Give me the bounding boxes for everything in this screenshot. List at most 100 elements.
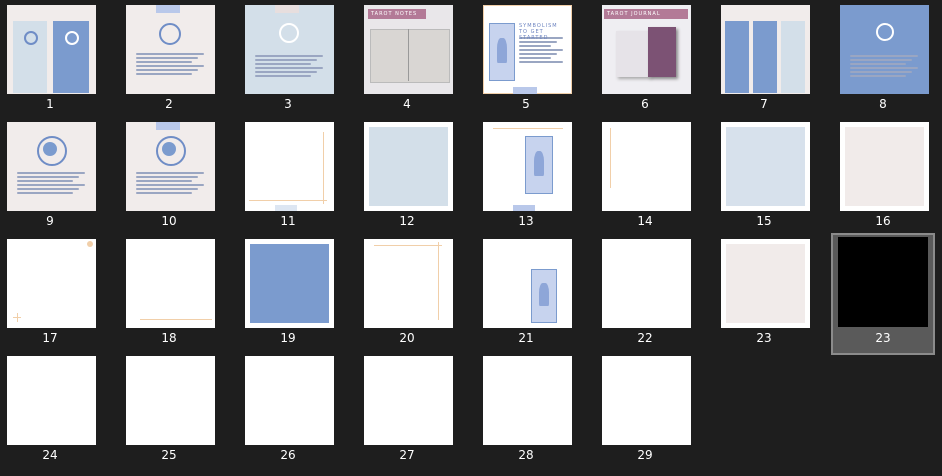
text-line <box>519 53 557 55</box>
page-preview[interactable] <box>840 5 929 94</box>
page-preview[interactable] <box>7 356 96 445</box>
page-number-label: 17 <box>42 331 58 345</box>
page-thumbnail-page-27[interactable]: 27 <box>357 352 457 470</box>
page-number-label: 12 <box>399 214 415 228</box>
page-preview[interactable] <box>840 122 929 211</box>
page-preview[interactable] <box>364 356 453 445</box>
page-preview[interactable]: TAROT NOTES <box>364 5 453 94</box>
page-thumbnail-page-19[interactable]: 19 <box>238 235 338 353</box>
page-thumbnail-page-28[interactable]: 28 <box>476 352 576 470</box>
text-line <box>850 59 912 61</box>
page-thumbnail-page-29[interactable]: 29 <box>595 352 695 470</box>
text-line <box>136 53 204 55</box>
page-preview[interactable] <box>7 122 96 211</box>
page-preview[interactable] <box>364 122 453 211</box>
page-thumbnail-page-15[interactable]: 15 <box>714 118 814 236</box>
page-thumbnail-page-1[interactable]: 1 <box>0 1 100 119</box>
page-number-label: 14 <box>637 214 653 228</box>
page-preview[interactable] <box>483 122 572 211</box>
text-line <box>136 65 204 67</box>
text-line <box>850 67 918 69</box>
page-thumbnail-page-2[interactable]: 2 <box>119 1 219 119</box>
page-number-label: 3 <box>284 97 292 111</box>
open-notebook <box>370 29 450 83</box>
page-preview[interactable] <box>245 356 334 445</box>
figure <box>533 151 545 177</box>
text-line <box>136 172 204 174</box>
page-preview[interactable] <box>245 239 334 328</box>
page-thumbnail-page-13[interactable]: 13 <box>476 118 576 236</box>
page-preview[interactable] <box>7 5 96 94</box>
page-thumbnail-page-18[interactable]: 18 <box>119 235 219 353</box>
page-preview[interactable] <box>602 239 691 328</box>
page-preview[interactable] <box>126 5 215 94</box>
page-preview[interactable] <box>483 356 572 445</box>
frame-line <box>323 132 324 204</box>
page-thumbnail-page-23[interactable]: 23 <box>714 235 814 353</box>
page-preview[interactable] <box>245 122 334 211</box>
text-line <box>17 176 79 178</box>
page-preview[interactable]: TAROT JOURNAL <box>602 5 691 94</box>
page-thumbnail-page-25[interactable]: 25 <box>119 352 219 470</box>
tape <box>156 5 180 13</box>
page-thumbnail-page-4[interactable]: TAROT NOTES 4 <box>357 1 457 119</box>
page-title-text: SYMBOLISM TO GET STARTED <box>519 23 558 41</box>
frame-line <box>438 242 439 320</box>
page-thumbnail-page-20[interactable]: 20 <box>357 235 457 353</box>
text-line <box>136 176 198 178</box>
page-thumbnail-page-23b[interactable]: 23 <box>831 233 935 355</box>
page-preview[interactable] <box>364 239 453 328</box>
page-preview[interactable] <box>721 5 810 94</box>
text-line <box>519 49 563 51</box>
page-thumbnail-page-7[interactable]: 7 <box>714 1 814 119</box>
color-panel <box>845 127 924 206</box>
page-thumbnail-page-14[interactable]: 14 <box>595 118 695 236</box>
page-preview[interactable] <box>126 239 215 328</box>
page-thumbnail-page-21[interactable]: 21 <box>476 235 576 353</box>
text-line <box>17 184 85 186</box>
page-preview[interactable] <box>7 239 96 328</box>
page-preview[interactable] <box>126 356 215 445</box>
page-number-label: 10 <box>161 214 177 228</box>
page-preview[interactable] <box>721 122 810 211</box>
page-preview[interactable] <box>838 237 928 327</box>
page-preview[interactable] <box>602 356 691 445</box>
page-thumbnail-page-16[interactable]: 16 <box>833 118 933 236</box>
tape <box>513 205 535 211</box>
tarot-card-illustration <box>531 269 557 323</box>
zodiac-icon <box>876 23 894 41</box>
title-banner: TAROT JOURNAL <box>604 9 688 19</box>
page-thumbnail-page-6[interactable]: TAROT JOURNAL 6 <box>595 1 695 119</box>
page-thumbnail-page-24[interactable]: 24 <box>0 352 100 470</box>
page-thumbnail-page-5[interactable]: SYMBOLISM TO GET STARTED 5 <box>476 1 576 119</box>
tape <box>513 87 537 94</box>
page-number-label: 19 <box>280 331 296 345</box>
page-number-label: 1 <box>46 97 54 111</box>
page-thumbnail-page-8[interactable]: 8 <box>833 1 933 119</box>
frame-line <box>374 245 442 246</box>
corner-mark <box>17 313 18 322</box>
purple-journal <box>648 27 676 77</box>
page-thumbnail-page-11[interactable]: 11 <box>238 118 338 236</box>
page-preview[interactable] <box>483 239 572 328</box>
page-number-label: 21 <box>518 331 534 345</box>
page-thumbnail-page-26[interactable]: 26 <box>238 352 338 470</box>
tape <box>275 205 297 211</box>
page-preview[interactable] <box>602 122 691 211</box>
page-number-label: 9 <box>46 214 54 228</box>
page-thumbnail-page-12[interactable]: 12 <box>357 118 457 236</box>
page-thumbnail-page-10[interactable]: 10 <box>119 118 219 236</box>
page-preview[interactable] <box>245 5 334 94</box>
page-thumbnail-page-17[interactable]: 17 <box>0 235 100 353</box>
page-thumbnail-page-3[interactable]: 3 <box>238 1 338 119</box>
page-thumbnail-page-9[interactable]: 9 <box>0 118 100 236</box>
page-number-label: 7 <box>760 97 768 111</box>
page-thumbnail-page-22[interactable]: 22 <box>595 235 695 353</box>
venus-mars-icon <box>279 23 299 43</box>
page-preview[interactable] <box>721 239 810 328</box>
page-preview[interactable]: SYMBOLISM TO GET STARTED <box>483 5 572 94</box>
page-number-label: 23 <box>875 331 891 345</box>
page-preview[interactable] <box>126 122 215 211</box>
planet <box>43 142 57 156</box>
moon-mark <box>87 241 93 247</box>
